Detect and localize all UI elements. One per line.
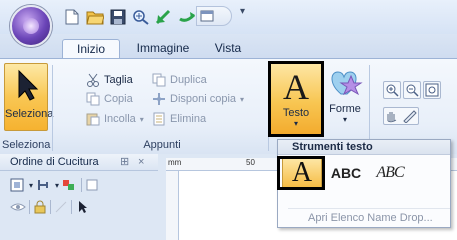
zoom-out-button[interactable] [403,81,421,99]
new-file-button[interactable] [62,7,82,27]
cut-label: Taglia [104,74,133,86]
new-file-icon [65,9,79,25]
panel-title-bar: Ordine di Cucitura ⊞ × [0,154,158,171]
arrange-copies-label: Disponi copia [170,93,237,105]
zoom-in-icon [386,84,399,97]
toolbar-divider [71,200,72,214]
close-icon[interactable]: × [138,154,144,171]
window-icon [200,10,214,22]
zoom-fit-button[interactable] [423,81,441,99]
arrow-cursor-icon [18,69,39,101]
duplicate-button[interactable]: Duplica [152,71,207,89]
undo-button[interactable] [154,7,174,27]
arrange-copies-button[interactable]: Disponi copia ▾ [152,90,244,108]
dropdown-header: Strumenti testo [278,140,450,155]
shapes-heart-star-icon [331,71,363,96]
ruler-mark: 50 [246,158,255,167]
panel-toolbar-2 [0,197,89,217]
chevron-down-icon[interactable]: ▾ [55,181,59,190]
square-icon[interactable] [85,178,99,192]
tab-vista[interactable]: Vista [208,39,248,58]
redo-button[interactable] [177,7,197,27]
customize-quick-access-button[interactable]: ▾ [240,6,252,24]
paste-button[interactable]: Incolla ▾ [86,110,144,128]
tab-label: Inizio [76,42,105,56]
duplicate-label: Duplica [170,74,207,86]
pointer-icon[interactable] [75,200,89,214]
tab-label: Immagine [136,41,190,55]
toolbar-divider [50,200,51,214]
chevron-down-icon: ▾ [240,94,245,104]
duplicate-icon [152,73,166,87]
open-folder-icon [86,11,104,25]
chevron-down-icon[interactable]: ▾ [29,181,33,190]
quick-access-combo[interactable] [196,6,232,26]
pin-icon[interactable]: ⊞ [120,154,129,171]
shapes-button[interactable]: Forme ▾ [325,63,365,131]
hide-icon[interactable] [54,200,68,214]
color-order-icon[interactable] [62,178,78,192]
open-file-button[interactable] [85,7,105,27]
panel-title: Ordine di Cucitura [10,156,99,168]
copy-icon [86,92,100,106]
group-label-appunti: Appunti [143,139,181,151]
zoom-in-button[interactable] [383,81,401,99]
scissors-icon [87,73,99,87]
arrange-copies-icon [153,93,165,105]
ruler-unit: mm [168,158,182,167]
sew-order-icon[interactable] [36,178,52,192]
open-name-drop-list[interactable]: Apri Elenco Name Drop... [288,208,450,226]
text-tool-callout [277,156,325,190]
zoom-plus-icon [133,10,149,25]
tab-inizio[interactable]: Inizio [62,39,120,58]
app-logo-icon [23,18,39,34]
small-text-tool-label: ABC [330,165,362,181]
select-button[interactable]: Seleziona [4,63,54,131]
quick-access-toolbar [62,6,197,28]
group-label-seleziona: Seleziona [2,139,51,151]
delete-button[interactable]: Elimina [152,110,206,128]
save-icon [110,9,126,25]
select-button-label: Seleziona [5,108,54,120]
undo-icon [155,9,171,25]
tab-label: Vista [214,41,242,55]
eye-icon[interactable] [10,200,26,214]
copy-label: Copia [104,93,133,105]
chevron-down-icon: ▾ [342,115,347,124]
small-text-tool-item[interactable]: ABC [326,158,366,188]
pan-measure-buttons[interactable] [383,107,419,125]
lock-icon[interactable] [33,200,47,214]
copy-button[interactable]: Copia [86,90,133,108]
redo-icon [179,12,196,22]
group-divider [52,65,53,151]
zoom-fit-icon [425,83,439,97]
vertical-ruler [166,171,179,240]
paste-label: Incolla [104,113,136,125]
panel-toolbar-1: ▾ ▾ [0,175,99,195]
monogram-tool-label: ABC [376,164,404,181]
delete-label: Elimina [170,113,207,125]
ribbon-tabs: Inizio Immagine Vista [0,34,457,58]
tab-immagine[interactable]: Immagine [128,39,198,58]
save-button[interactable] [108,7,128,27]
delete-icon [153,112,165,126]
cut-button[interactable]: Taglia [86,71,133,89]
frame-select-icon[interactable] [10,178,26,192]
toolbar-divider [29,200,30,214]
zoom-preview-button[interactable] [131,7,151,27]
paste-icon [86,113,100,126]
shapes-button-label: Forme [329,103,361,115]
text-button-callout [268,61,324,137]
toolbar-divider [81,178,83,192]
chevron-down-icon: ▾ [139,114,144,124]
zoom-out-icon [406,84,419,97]
application-menu-button[interactable] [10,5,52,47]
monogram-tool-item[interactable]: ABC [370,158,410,188]
hand-and-ruler-icon [387,110,417,123]
